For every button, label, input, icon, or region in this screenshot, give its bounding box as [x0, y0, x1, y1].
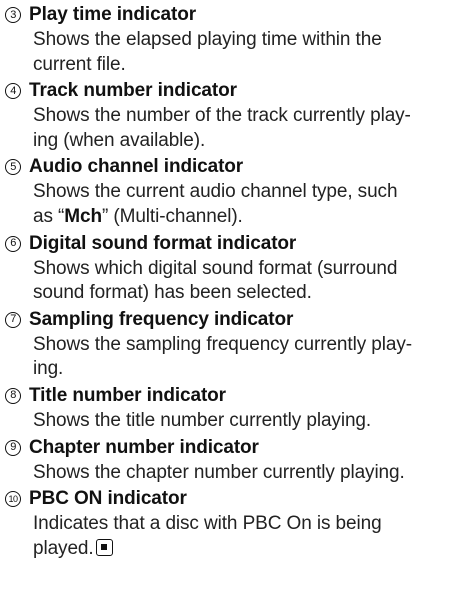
item-description: Shows which digital sound format (surrou…: [33, 257, 452, 306]
circled-number: 8: [5, 387, 21, 404]
description-line: Shows the sampling frequency currently p…: [33, 333, 412, 355]
list-item: 9 Chapter number indicator Shows the cha…: [4, 435, 452, 486]
list-item: 4 Track number indicator Shows the numbe…: [4, 78, 452, 153]
circled-number: 4: [5, 83, 21, 100]
item-heading: 5 Audio channel indicator: [4, 154, 452, 180]
item-title: PBC ON indicator: [29, 488, 187, 510]
description-line: Indicates that a disc with PBC On is bei…: [33, 513, 382, 535]
item-heading: 10 PBC ON indicator: [4, 486, 452, 512]
description-line: Shows the chapter number currently playi…: [33, 461, 405, 483]
item-heading: 3 Play time indicator: [4, 2, 452, 28]
item-heading: 7 Sampling frequency indicator: [4, 307, 452, 333]
description-line: ing (when available).: [33, 129, 206, 151]
description-line: Shows the number of the track currently …: [33, 105, 411, 127]
item-description: Shows the number of the track currently …: [33, 104, 452, 153]
item-heading: 9 Chapter number indicator: [4, 435, 452, 461]
description-line: Shows which digital sound format (surrou…: [33, 257, 398, 279]
item-description: Shows the elapsed playing time within th…: [33, 28, 452, 77]
description-line: Shows the elapsed playing time within th…: [33, 29, 382, 50]
circled-number: 9: [5, 439, 21, 456]
circled-number: 5: [5, 159, 21, 176]
item-heading: 4 Track number indicator: [4, 78, 452, 104]
item-title: Sampling frequency indicator: [29, 308, 294, 330]
item-description: Shows the title number currently playing…: [33, 409, 452, 434]
description-line: sound format) has been selected.: [33, 282, 312, 304]
description-line: Shows the current audio channel type, su…: [33, 181, 398, 203]
circled-number: 6: [5, 235, 21, 252]
circled-number: 3: [5, 7, 21, 23]
list-item: 8 Title number indicator Shows the title…: [4, 383, 452, 434]
list-item: 5 Audio channel indicator Shows the curr…: [4, 154, 452, 229]
item-description: Shows the current audio channel type, su…: [33, 180, 452, 229]
description-line-suffix: ” (Multi-channel).: [101, 205, 243, 227]
description-line-prefix: as “: [33, 205, 65, 227]
item-description: Shows the sampling frequency currently p…: [33, 333, 452, 382]
circled-number: 10: [5, 491, 21, 508]
item-title: Track number indicator: [29, 80, 237, 102]
description-line: current file.: [33, 53, 126, 75]
item-title: Digital sound format indicator: [29, 232, 297, 254]
item-heading: 6 Digital sound format indicator: [4, 231, 452, 257]
item-title: Play time indicator: [29, 4, 197, 25]
circled-number: 7: [5, 311, 21, 328]
list-item: 3 Play time indicator Shows the elapsed …: [4, 2, 452, 77]
list-item: 6 Digital sound format indicator Shows w…: [4, 231, 452, 306]
description-line: ing.: [33, 358, 64, 380]
description-line: Shows the title number currently playing…: [33, 409, 372, 431]
list-item: 10 PBC ON indicator Indicates that a dis…: [4, 486, 452, 561]
item-title: Title number indicator: [29, 384, 226, 406]
item-heading: 8 Title number indicator: [4, 383, 452, 409]
item-title: Audio channel indicator: [29, 156, 244, 178]
list-item: 7 Sampling frequency indicator Shows the…: [4, 307, 452, 382]
description-line: played.: [33, 537, 94, 559]
stop-icon: [95, 538, 113, 556]
indicator-list: 3 Play time indicator Shows the elapsed …: [4, 2, 452, 562]
item-title: Chapter number indicator: [29, 436, 259, 458]
item-description: Indicates that a disc with PBC On is bei…: [33, 512, 452, 561]
item-description: Shows the chapter number currently playi…: [33, 461, 452, 486]
channel-label: Mch: [64, 205, 102, 227]
